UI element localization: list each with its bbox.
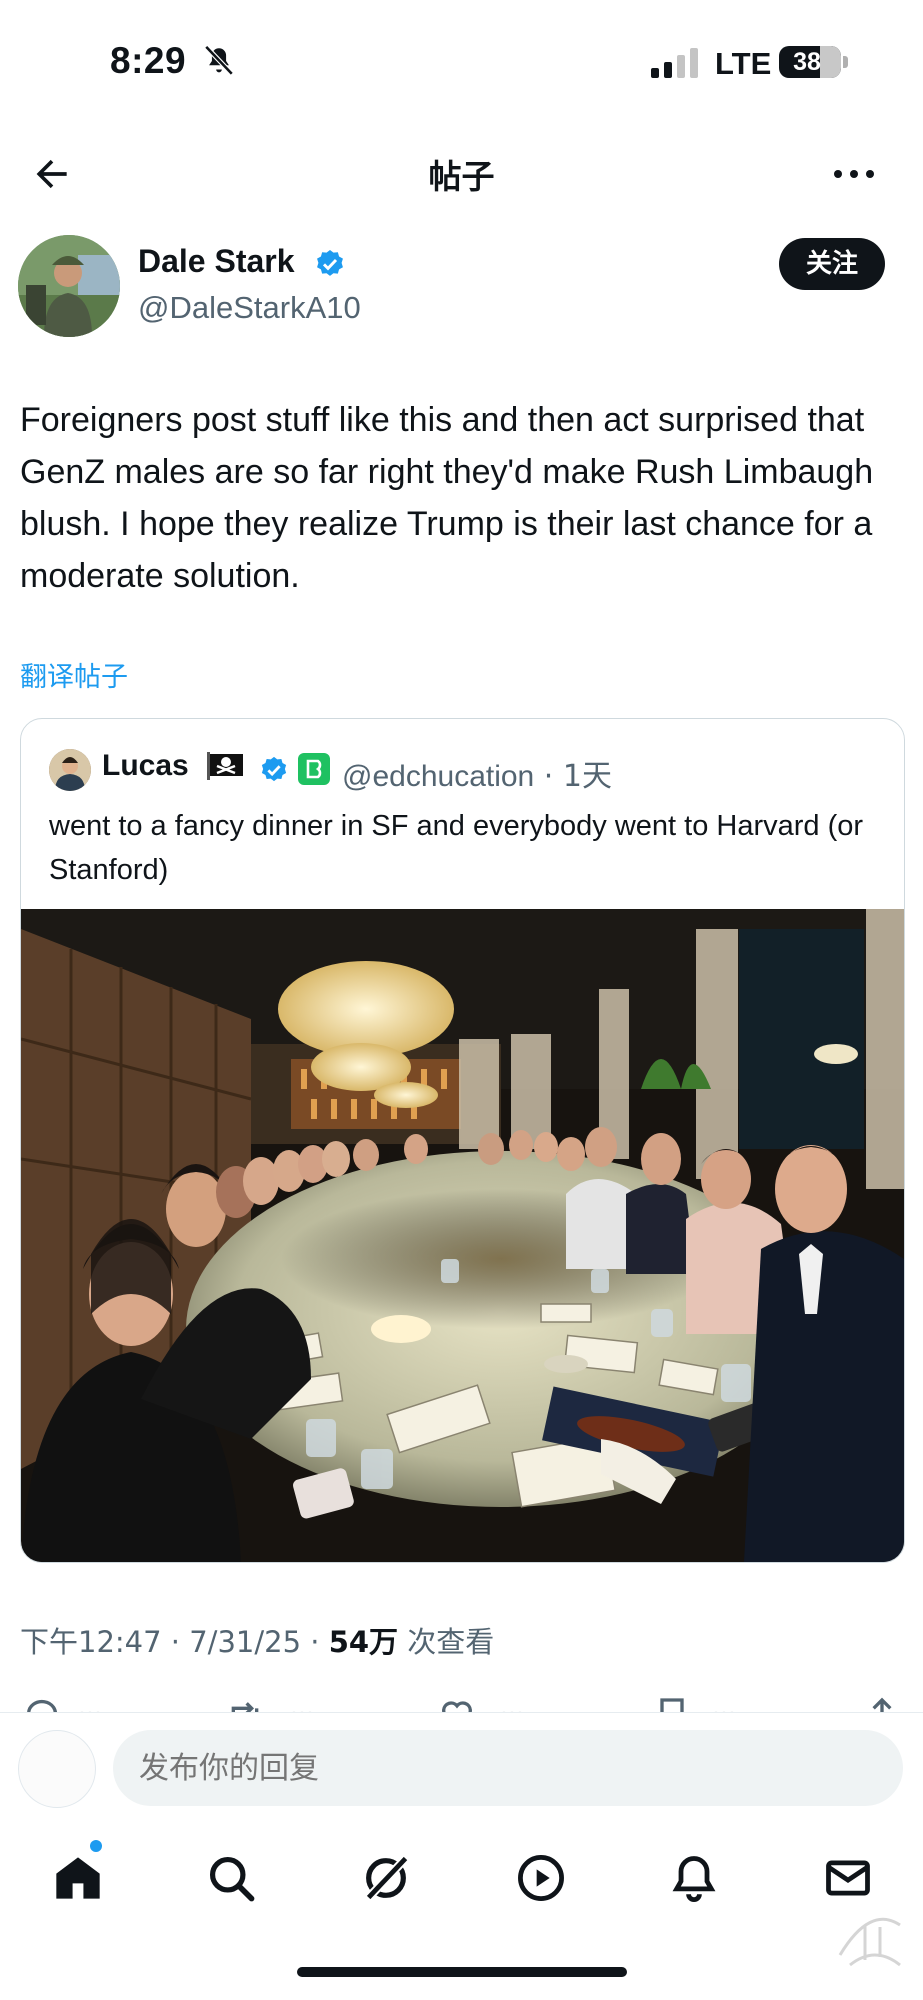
home-icon[interactable] xyxy=(52,1852,104,1904)
follow-button[interactable]: 关注 xyxy=(779,238,885,290)
user-avatar[interactable] xyxy=(18,1730,96,1808)
battery-cap xyxy=(843,56,848,68)
quoted-tweet-card[interactable]: Lucas @edchucation · 1天 went to a fancy … xyxy=(20,718,905,1563)
more-options-icon[interactable] xyxy=(830,160,878,188)
author-handle[interactable]: @DaleStarkA10 xyxy=(138,290,361,326)
like-count: ··· xyxy=(500,1699,524,1713)
post-meta: 下午12:47 · 7/31/25 · 54万 次查看 xyxy=(20,1619,494,1661)
status-bar: 8:29 LTE 38 xyxy=(0,0,923,120)
video-icon[interactable] xyxy=(515,1852,567,1904)
network-type: LTE xyxy=(715,46,772,81)
battery-icon: 38 xyxy=(779,46,841,78)
quoted-post-age: · 1天 xyxy=(534,759,612,794)
reply-bar xyxy=(0,1712,923,1823)
bell-off-icon xyxy=(204,45,234,76)
notification-dot xyxy=(90,1840,102,1852)
author-name[interactable]: Dale Stark xyxy=(138,243,295,280)
share-icon[interactable] xyxy=(862,1695,902,1713)
grok-icon[interactable] xyxy=(360,1852,412,1904)
like-icon[interactable] xyxy=(437,1695,477,1713)
bell-icon[interactable] xyxy=(668,1852,720,1904)
quoted-author-handle[interactable]: @edchucation · 1天 xyxy=(342,751,612,795)
reply-icon[interactable] xyxy=(22,1695,62,1713)
bookmark-count: ··· xyxy=(712,1699,736,1713)
verified-badge-icon xyxy=(261,756,287,782)
signal-icon xyxy=(651,48,698,78)
tweet-text: Foreigners post stuff like this and then… xyxy=(20,401,874,595)
view-count[interactable]: 54万 xyxy=(329,1625,398,1659)
mail-icon[interactable] xyxy=(822,1852,874,1904)
quoted-author-name[interactable]: Lucas xyxy=(102,749,189,783)
page-title: 帖子 xyxy=(428,157,495,196)
search-icon[interactable] xyxy=(205,1852,257,1904)
author-avatar[interactable] xyxy=(18,235,120,337)
repost-icon[interactable] xyxy=(225,1695,265,1713)
quoted-tweet-text: went to a fancy dinner in SF and everybo… xyxy=(49,810,864,886)
home-indicator xyxy=(297,1967,627,1977)
battery-level: 38 xyxy=(793,48,821,76)
reply-input[interactable] xyxy=(113,1730,903,1806)
status-time: 8:29 xyxy=(110,40,187,81)
dinner-photo[interactable] xyxy=(21,909,904,1562)
post-timestamp: 下午12:47 · 7/31/25 · xyxy=(20,1625,329,1659)
watermark-logo xyxy=(838,1917,901,1967)
quoted-handle-text: @edchucation xyxy=(342,760,535,793)
pirate-flag-icon xyxy=(207,752,243,780)
affiliate-badge-icon xyxy=(298,753,330,785)
repost-count: ··· xyxy=(290,1699,314,1713)
action-row: ··· ··· ··· ··· xyxy=(0,1695,923,1713)
bookmark-icon[interactable] xyxy=(652,1695,692,1713)
bottom-tab-bar xyxy=(0,1822,923,1942)
translate-post-link[interactable]: 翻译帖子 xyxy=(20,655,128,694)
reply-count: ··· xyxy=(78,1699,102,1713)
view-count-label: 次查看 xyxy=(398,1625,495,1659)
verified-badge-icon xyxy=(317,250,343,276)
quoted-author-avatar[interactable] xyxy=(49,749,91,791)
